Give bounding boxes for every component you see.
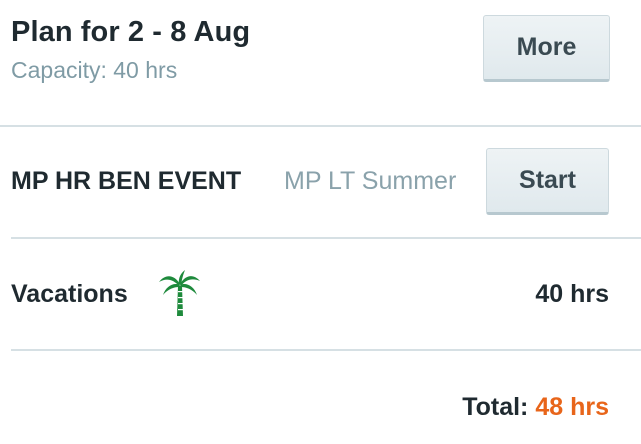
total-value: 48 hrs (535, 393, 609, 421)
capacity-text: Capacity: 40 hrs (11, 57, 178, 83)
vacation-label: Vacations (11, 280, 128, 308)
palm-tree-icon (159, 270, 200, 316)
page-title: Plan for 2 - 8 Aug (11, 16, 251, 48)
event-subtitle: MP LT Summer (284, 167, 457, 195)
total-label: Total: (462, 393, 536, 421)
total-summary: Total: 48 hrs (462, 393, 609, 422)
divider (11, 237, 641, 239)
divider (0, 125, 641, 127)
more-button[interactable]: More (483, 15, 610, 82)
vacation-hours: 40 hrs (535, 280, 609, 308)
divider (11, 349, 641, 351)
start-button[interactable]: Start (486, 148, 609, 215)
event-title: MP HR BEN EVENT (11, 167, 242, 195)
